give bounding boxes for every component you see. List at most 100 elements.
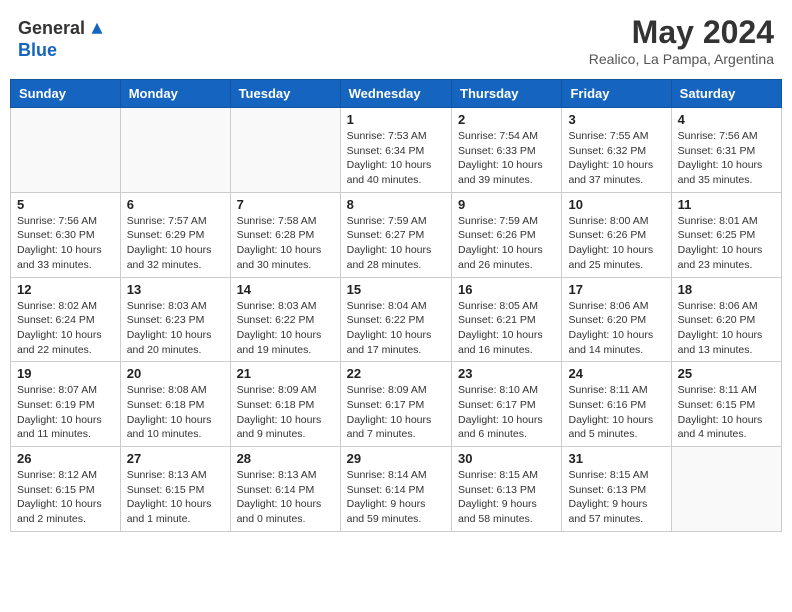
day-info: Sunrise: 8:09 AM Sunset: 6:18 PM Dayligh… bbox=[237, 383, 334, 442]
weekday-header: Wednesday bbox=[340, 80, 451, 108]
day-info: Sunrise: 8:15 AM Sunset: 6:13 PM Dayligh… bbox=[458, 468, 555, 527]
day-info: Sunrise: 8:13 AM Sunset: 6:15 PM Dayligh… bbox=[127, 468, 224, 527]
day-info: Sunrise: 7:57 AM Sunset: 6:29 PM Dayligh… bbox=[127, 214, 224, 273]
weekday-header: Sunday bbox=[11, 80, 121, 108]
day-info: Sunrise: 7:53 AM Sunset: 6:34 PM Dayligh… bbox=[347, 129, 445, 188]
day-number: 25 bbox=[678, 366, 775, 381]
day-info: Sunrise: 8:04 AM Sunset: 6:22 PM Dayligh… bbox=[347, 299, 445, 358]
day-number: 26 bbox=[17, 451, 114, 466]
calendar-cell: 13 Sunrise: 8:03 AM Sunset: 6:23 PM Dayli… bbox=[120, 277, 230, 362]
day-number: 5 bbox=[17, 197, 114, 212]
logo-bird-icon: ▴ bbox=[92, 14, 103, 39]
day-number: 29 bbox=[347, 451, 445, 466]
day-number: 18 bbox=[678, 282, 775, 297]
logo: General ▴ Blue bbox=[18, 14, 103, 61]
calendar-cell: 1 Sunrise: 7:53 AM Sunset: 6:34 PM Daylig… bbox=[340, 108, 451, 193]
day-info: Sunrise: 8:03 AM Sunset: 6:22 PM Dayligh… bbox=[237, 299, 334, 358]
day-number: 28 bbox=[237, 451, 334, 466]
day-number: 13 bbox=[127, 282, 224, 297]
day-number: 15 bbox=[347, 282, 445, 297]
day-info: Sunrise: 8:11 AM Sunset: 6:16 PM Dayligh… bbox=[568, 383, 664, 442]
calendar-week-row: 19Sunrise: 8:07 AM Sunset: 6:19 PM Dayli… bbox=[11, 362, 782, 447]
day-info: Sunrise: 8:05 AM Sunset: 6:21 PM Dayligh… bbox=[458, 299, 555, 358]
calendar-cell: 29 Sunrise: 8:14 AM Sunset: 6:14 PM Dayli… bbox=[340, 447, 451, 532]
day-number: 2 bbox=[458, 112, 555, 127]
calendar-cell: 23 Sunrise: 8:10 AM Sunset: 6:17 PM Dayli… bbox=[452, 362, 562, 447]
calendar-cell bbox=[230, 108, 340, 193]
calendar-cell: 17Sunrise: 8:06 AM Sunset: 6:20 PM Dayli… bbox=[562, 277, 671, 362]
calendar-cell bbox=[671, 447, 781, 532]
calendar-cell: 21Sunrise: 8:09 AM Sunset: 6:18 PM Dayli… bbox=[230, 362, 340, 447]
day-info: Sunrise: 8:01 AM Sunset: 6:25 PM Dayligh… bbox=[678, 214, 775, 273]
calendar-cell: 27Sunrise: 8:13 AM Sunset: 6:15 PM Dayli… bbox=[120, 447, 230, 532]
weekday-header: Saturday bbox=[671, 80, 781, 108]
day-number: 8 bbox=[347, 197, 445, 212]
day-number: 24 bbox=[568, 366, 664, 381]
day-number: 3 bbox=[568, 112, 664, 127]
day-info: Sunrise: 8:00 AM Sunset: 6:26 PM Dayligh… bbox=[568, 214, 664, 273]
day-info: Sunrise: 8:14 AM Sunset: 6:14 PM Dayligh… bbox=[347, 468, 445, 527]
day-info: Sunrise: 8:09 AM Sunset: 6:17 PM Dayligh… bbox=[347, 383, 445, 442]
day-info: Sunrise: 8:10 AM Sunset: 6:17 PM Dayligh… bbox=[458, 383, 555, 442]
day-number: 19 bbox=[17, 366, 114, 381]
calendar-cell: 28 Sunrise: 8:13 AM Sunset: 6:14 PM Dayli… bbox=[230, 447, 340, 532]
day-info: Sunrise: 8:06 AM Sunset: 6:20 PM Dayligh… bbox=[678, 299, 775, 358]
day-number: 1 bbox=[347, 112, 445, 127]
day-info: Sunrise: 7:54 AM Sunset: 6:33 PM Dayligh… bbox=[458, 129, 555, 188]
weekday-header: Tuesday bbox=[230, 80, 340, 108]
calendar-table: SundayMondayTuesdayWednesdayThursdayFrid… bbox=[10, 79, 782, 532]
calendar-cell bbox=[11, 108, 121, 193]
day-number: 4 bbox=[678, 112, 775, 127]
day-number: 11 bbox=[678, 197, 775, 212]
calendar-cell: 12Sunrise: 8:02 AM Sunset: 6:24 PM Dayli… bbox=[11, 277, 121, 362]
calendar-week-row: 26 Sunrise: 8:12 AM Sunset: 6:15 PM Dayli… bbox=[11, 447, 782, 532]
day-number: 31 bbox=[568, 451, 664, 466]
day-number: 6 bbox=[127, 197, 224, 212]
day-number: 22 bbox=[347, 366, 445, 381]
calendar-cell: 5Sunrise: 7:56 AM Sunset: 6:30 PM Daylig… bbox=[11, 192, 121, 277]
calendar-cell: 8 Sunrise: 7:59 AM Sunset: 6:27 PM Daylig… bbox=[340, 192, 451, 277]
calendar-cell: 7 Sunrise: 7:58 AM Sunset: 6:28 PM Daylig… bbox=[230, 192, 340, 277]
day-info: Sunrise: 7:59 AM Sunset: 6:27 PM Dayligh… bbox=[347, 214, 445, 273]
weekday-header: Monday bbox=[120, 80, 230, 108]
calendar-cell: 9 Sunrise: 7:59 AM Sunset: 6:26 PM Daylig… bbox=[452, 192, 562, 277]
calendar-cell: 22 Sunrise: 8:09 AM Sunset: 6:17 PM Dayli… bbox=[340, 362, 451, 447]
calendar-cell: 16Sunrise: 8:05 AM Sunset: 6:21 PM Dayli… bbox=[452, 277, 562, 362]
page-header: General ▴ Blue May 2024 Realico, La Pamp… bbox=[10, 10, 782, 71]
weekday-header-row: SundayMondayTuesdayWednesdayThursdayFrid… bbox=[11, 80, 782, 108]
day-number: 30 bbox=[458, 451, 555, 466]
logo-blue-text: Blue bbox=[18, 40, 57, 60]
calendar-cell: 2 Sunrise: 7:54 AM Sunset: 6:33 PM Daylig… bbox=[452, 108, 562, 193]
calendar-cell: 24 Sunrise: 8:11 AM Sunset: 6:16 PM Dayli… bbox=[562, 362, 671, 447]
calendar-cell: 14 Sunrise: 8:03 AM Sunset: 6:22 PM Dayli… bbox=[230, 277, 340, 362]
calendar-cell: 25Sunrise: 8:11 AM Sunset: 6:15 PM Dayli… bbox=[671, 362, 781, 447]
weekday-header: Friday bbox=[562, 80, 671, 108]
day-info: Sunrise: 8:15 AM Sunset: 6:13 PM Dayligh… bbox=[568, 468, 664, 527]
calendar-cell: 3Sunrise: 7:55 AM Sunset: 6:32 PM Daylig… bbox=[562, 108, 671, 193]
day-number: 7 bbox=[237, 197, 334, 212]
day-info: Sunrise: 7:59 AM Sunset: 6:26 PM Dayligh… bbox=[458, 214, 555, 273]
day-number: 14 bbox=[237, 282, 334, 297]
logo-general-text: General bbox=[18, 18, 85, 38]
calendar-cell: 6 Sunrise: 7:57 AM Sunset: 6:29 PM Daylig… bbox=[120, 192, 230, 277]
calendar-cell: 4Sunrise: 7:56 AM Sunset: 6:31 PM Daylig… bbox=[671, 108, 781, 193]
day-info: Sunrise: 8:12 AM Sunset: 6:15 PM Dayligh… bbox=[17, 468, 114, 527]
calendar-cell: 19Sunrise: 8:07 AM Sunset: 6:19 PM Dayli… bbox=[11, 362, 121, 447]
day-info: Sunrise: 8:13 AM Sunset: 6:14 PM Dayligh… bbox=[237, 468, 334, 527]
day-number: 10 bbox=[568, 197, 664, 212]
day-info: Sunrise: 8:03 AM Sunset: 6:23 PM Dayligh… bbox=[127, 299, 224, 358]
calendar-cell: 11 Sunrise: 8:01 AM Sunset: 6:25 PM Dayli… bbox=[671, 192, 781, 277]
calendar-cell: 26 Sunrise: 8:12 AM Sunset: 6:15 PM Dayli… bbox=[11, 447, 121, 532]
day-info: Sunrise: 8:08 AM Sunset: 6:18 PM Dayligh… bbox=[127, 383, 224, 442]
calendar-cell: 20 Sunrise: 8:08 AM Sunset: 6:18 PM Dayli… bbox=[120, 362, 230, 447]
title-section: May 2024 Realico, La Pampa, Argentina bbox=[589, 14, 774, 67]
day-info: Sunrise: 7:58 AM Sunset: 6:28 PM Dayligh… bbox=[237, 214, 334, 273]
day-number: 23 bbox=[458, 366, 555, 381]
day-number: 17 bbox=[568, 282, 664, 297]
calendar-cell: 15 Sunrise: 8:04 AM Sunset: 6:22 PM Dayli… bbox=[340, 277, 451, 362]
day-number: 20 bbox=[127, 366, 224, 381]
day-info: Sunrise: 8:02 AM Sunset: 6:24 PM Dayligh… bbox=[17, 299, 114, 358]
day-number: 9 bbox=[458, 197, 555, 212]
calendar-week-row: 12Sunrise: 8:02 AM Sunset: 6:24 PM Dayli… bbox=[11, 277, 782, 362]
calendar-cell: 18 Sunrise: 8:06 AM Sunset: 6:20 PM Dayli… bbox=[671, 277, 781, 362]
